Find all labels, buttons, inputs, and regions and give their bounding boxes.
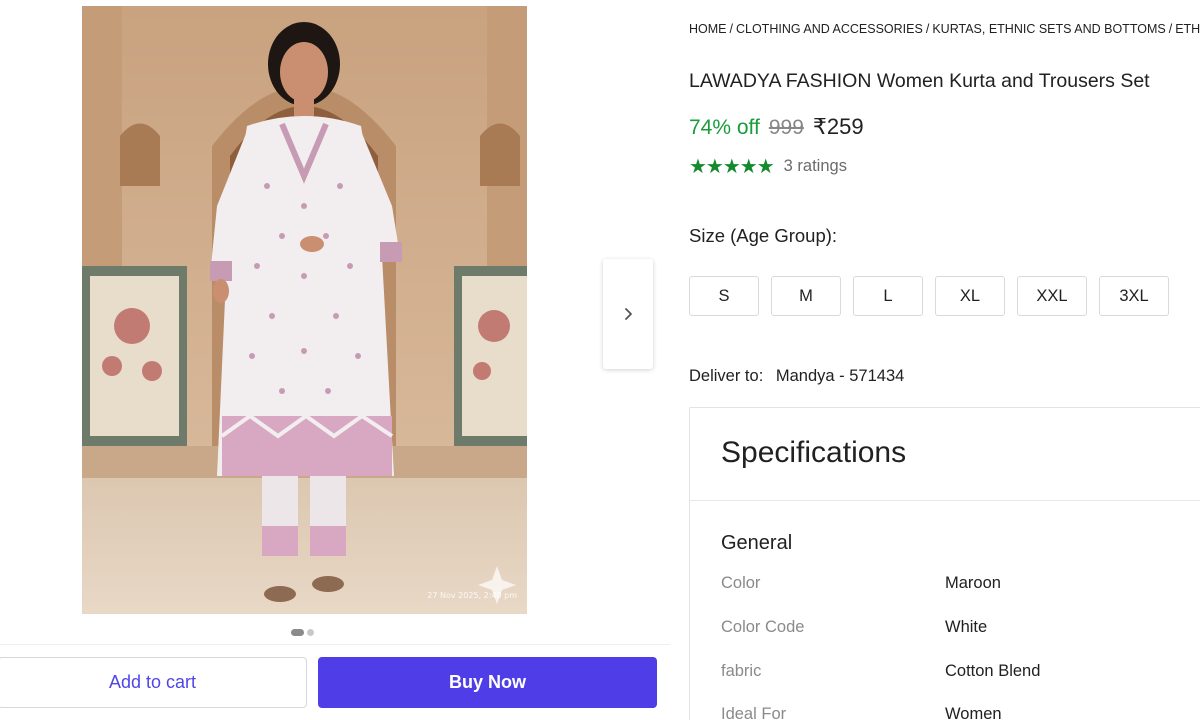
size-label: Size (Age Group): — [689, 225, 838, 246]
specifications-header: Specifications — [690, 408, 1200, 501]
size-option-3xl[interactable]: 3XL — [1099, 276, 1169, 316]
rating-row: ★★★★★ 3 ratings — [689, 154, 847, 179]
breadcrumb-home[interactable]: HOME — [689, 22, 727, 36]
carousel-dot[interactable] — [307, 629, 314, 636]
spec-key: fabric — [721, 662, 762, 680]
breadcrumb-separator: / — [729, 22, 733, 36]
breadcrumb-ethnic[interactable]: ETH — [1175, 22, 1200, 36]
product-page: 27 Nov 2025, 2:40 pm Add to cart Buy Now… — [0, 0, 1200, 720]
deliver-location[interactable]: Mandya - 571434 — [776, 367, 904, 385]
size-option-s[interactable]: S — [689, 276, 759, 316]
selling-price: ₹259 — [812, 114, 864, 139]
action-bar: Add to cart Buy Now — [0, 644, 670, 720]
carousel-indicator — [291, 629, 314, 636]
discount-percent: 74% off — [689, 116, 760, 139]
buy-now-button[interactable]: Buy Now — [318, 657, 657, 708]
specifications-card: Specifications General Color Maroon Colo… — [689, 407, 1200, 720]
add-to-cart-button[interactable]: Add to cart — [0, 657, 307, 708]
chevron-right-icon — [625, 308, 632, 320]
spec-key: Color — [721, 574, 761, 592]
breadcrumb-kurtas[interactable]: KURTAS, ETHNIC SETS AND BOTTOMS — [932, 22, 1165, 36]
breadcrumb-separator: / — [1168, 22, 1173, 36]
size-option-l[interactable]: L — [853, 276, 923, 316]
product-photo — [82, 6, 527, 614]
product-details: HOME / CLOTHING AND ACCESSORIES / KURTAS, ET… — [689, 0, 1200, 720]
delivery-row[interactable]: Deliver to: Mandya - 571434 — [689, 367, 904, 386]
size-option-m[interactable]: M — [771, 276, 841, 316]
size-option-xxl[interactable]: XXL — [1017, 276, 1087, 316]
size-option-xl[interactable]: XL — [935, 276, 1005, 316]
product-title: LAWADYA FASHION Women Kurta and Trousers… — [689, 70, 1150, 92]
specifications-title: Specifications — [721, 436, 907, 469]
spec-value: Cotton Blend — [945, 662, 1041, 680]
spec-key: Ideal For — [721, 705, 787, 720]
star-rating-icon: ★★★★★ — [689, 156, 775, 178]
carousel-dot-active[interactable] — [291, 629, 304, 636]
rating-count[interactable]: 3 ratings — [784, 157, 847, 176]
spec-value: Women — [945, 705, 1002, 720]
spec-value: Maroon — [945, 574, 1001, 592]
next-image-button[interactable] — [603, 259, 653, 369]
breadcrumb-separator: / — [925, 22, 930, 36]
original-price: 999 — [768, 116, 804, 139]
image-timestamp: 27 Nov 2025, 2:40 pm — [427, 591, 517, 600]
spec-value: White — [945, 618, 988, 636]
spec-key: Color Code — [721, 618, 805, 636]
deliver-label: Deliver to: — [689, 367, 764, 385]
product-image[interactable]: 27 Nov 2025, 2:40 pm — [82, 6, 527, 614]
size-options: S M L XL XXL 3XL — [689, 276, 1169, 316]
breadcrumb-clothing[interactable]: CLOTHING AND ACCESSORIES — [736, 22, 923, 36]
specifications-section-title: General — [721, 532, 793, 554]
price-row: 74% off 999 ₹259 — [689, 114, 864, 140]
breadcrumb: HOME / CLOTHING AND ACCESSORIES / KURTAS, ET… — [689, 22, 1200, 36]
